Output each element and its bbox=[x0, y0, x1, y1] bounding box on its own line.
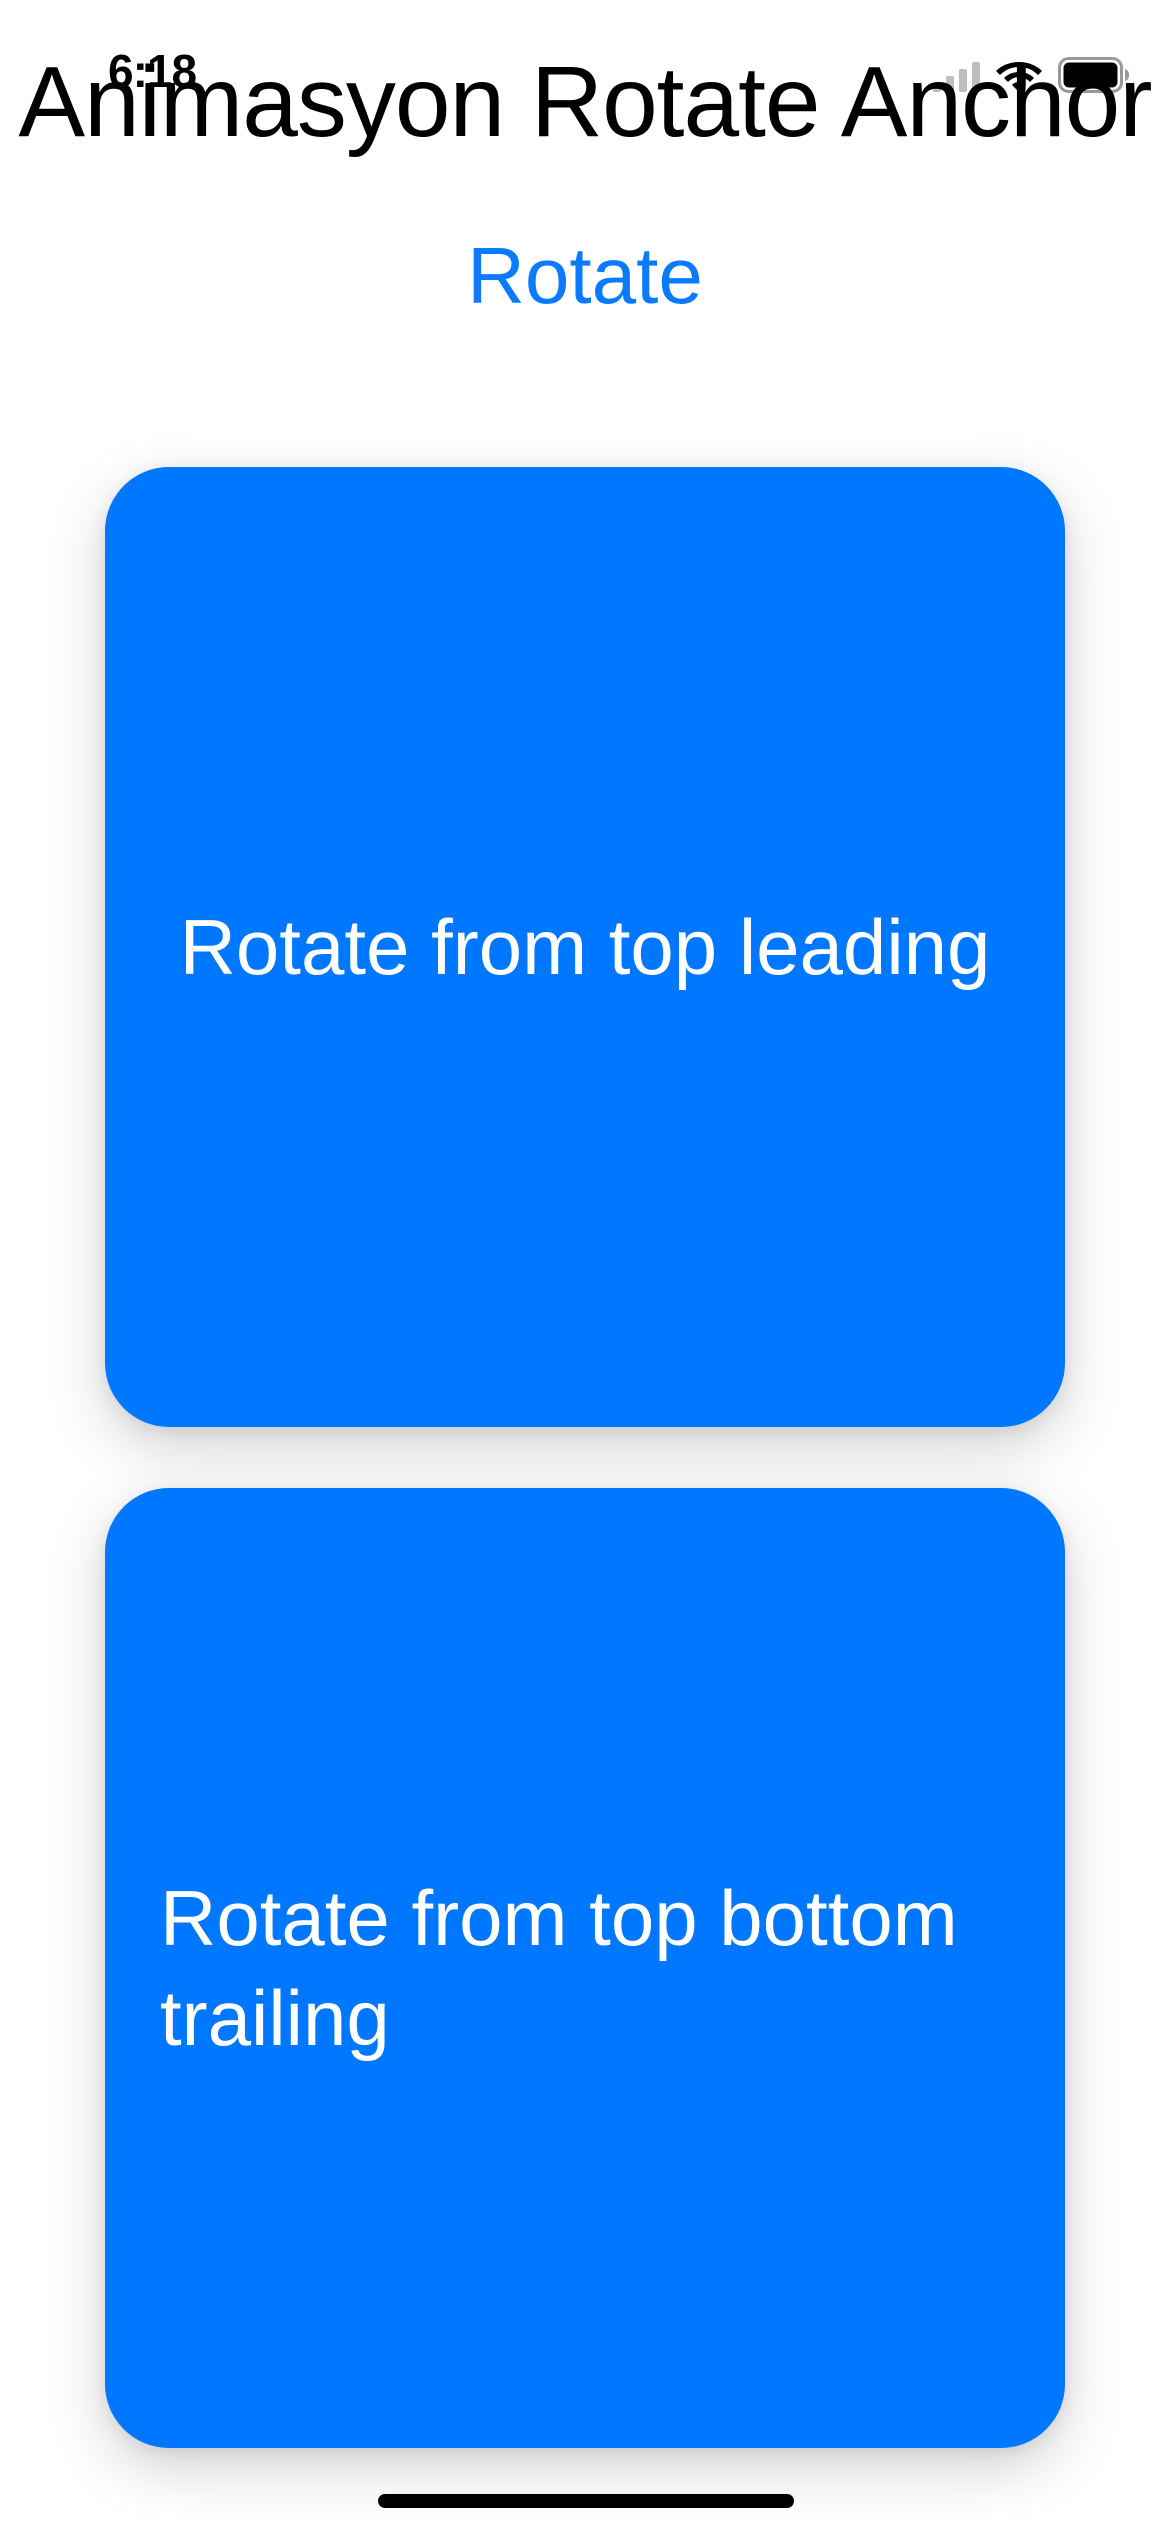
rotate-card-bottom-trailing[interactable]: Rotate from top bottom trailing bbox=[105, 1488, 1065, 2448]
app-screen: 6:18 Animasyon Rotate Anchor Rotate Rota… bbox=[0, 0, 1170, 2532]
page-title: Animasyon Rotate Anchor bbox=[18, 46, 1152, 158]
home-indicator[interactable] bbox=[378, 2494, 794, 2508]
card-label: Rotate from top bottom trailing bbox=[160, 1874, 958, 2062]
rotate-card-top-leading[interactable]: Rotate from top leading bbox=[105, 467, 1065, 1427]
card-label: Rotate from top leading bbox=[179, 903, 991, 991]
rotate-button[interactable]: Rotate bbox=[0, 226, 1170, 326]
